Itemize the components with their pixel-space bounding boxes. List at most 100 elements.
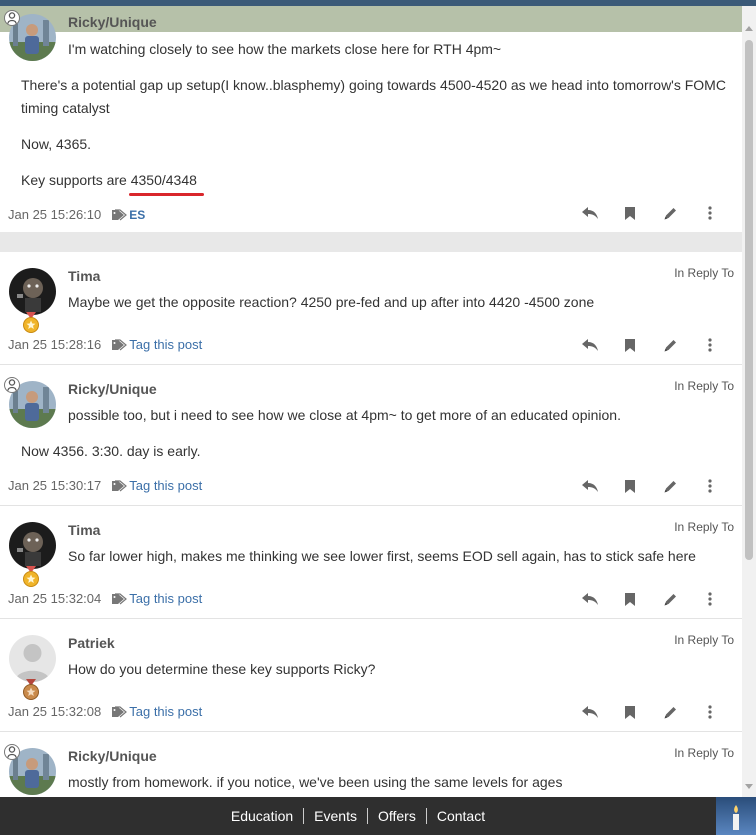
edit-button[interactable] [650,203,690,223]
post-meta: Jan 25 15:30:17 Tag this post [8,478,202,493]
person-icon [4,744,20,760]
post-text-line: How do you determine these key supports … [68,661,376,677]
post-meta: Jan 25 15:32:04 Tag this post [8,591,202,606]
post-text-paragraph: Now 4356. 3:30. day is early. [21,443,201,459]
scroll-down-icon[interactable] [745,784,753,789]
bookmark-icon [625,206,635,220]
tag-this-post-link[interactable]: Tag this post [129,478,202,493]
post-meta: Jan 25 15:26:10 ES [8,207,145,222]
reply-button[interactable] [570,335,610,355]
scrollbar-thumb[interactable] [745,40,753,560]
post-actions [570,203,730,223]
key-supports-label: Key supports are [21,172,131,188]
more-vertical-icon [708,479,712,493]
tag-icon [112,705,128,717]
more-options-button[interactable] [690,589,730,609]
more-vertical-icon [708,705,712,719]
post-item: Ricky/Unique I'm watching closely to see… [0,6,742,232]
post-author[interactable]: Tima [68,268,100,284]
more-options-button[interactable] [690,702,730,722]
post-timestamp: Jan 25 15:28:16 [8,337,102,352]
post-timestamp: Jan 25 15:26:10 [8,207,102,222]
bookmark-button[interactable] [610,702,650,722]
post-actions [570,589,730,609]
post-feed[interactable]: Ricky/Unique I'm watching closely to see… [0,6,742,797]
post-text-paragraph: There's a potential gap up setup(I know.… [21,77,726,93]
medal-icon [23,566,39,587]
reply-button[interactable] [570,476,610,496]
reply-icon [582,480,598,492]
tag-icon [112,592,128,604]
candle-button[interactable] [716,797,756,835]
post-text-line: mostly from homework. if you notice, we'… [68,774,563,790]
bookmark-button[interactable] [610,203,650,223]
scroll-up-icon[interactable] [745,26,753,31]
tag-icon [112,338,128,350]
reply-icon [582,339,598,351]
tag-this-post-link[interactable]: Tag this post [129,704,202,719]
post-actions [570,702,730,722]
post-author[interactable]: Ricky/Unique [68,381,157,397]
post-text-paragraph: timing catalyst [21,100,110,116]
post-author[interactable]: Tima [68,522,100,538]
bookmark-button[interactable] [610,476,650,496]
post-text-line: I'm watching closely to see how the mark… [68,41,502,57]
edit-button[interactable] [650,702,690,722]
post-tag[interactable]: ES [129,208,145,222]
footer-link-offers[interactable]: Offers [368,808,426,824]
reply-icon [582,593,598,605]
pencil-icon [664,207,676,219]
more-options-button[interactable] [690,476,730,496]
footer-link-education[interactable]: Education [221,808,303,824]
pencil-icon [664,480,676,492]
edit-button[interactable] [650,589,690,609]
avatar[interactable] [9,268,56,315]
in-reply-to-link[interactable]: In Reply To [674,266,734,280]
post-author[interactable]: Ricky/Unique [68,748,157,764]
key-supports-value: 4350/4348 [128,172,204,196]
in-reply-to-link[interactable]: In Reply To [674,633,734,647]
more-options-button[interactable] [690,203,730,223]
post-item: Patriek In Reply To How do you determine… [0,619,742,732]
post-text-line: Maybe we get the opposite reaction? 4250… [68,294,595,310]
post-timestamp: Jan 25 15:32:04 [8,591,102,606]
bookmark-button[interactable] [610,589,650,609]
bookmark-button[interactable] [610,335,650,355]
vertical-scrollbar[interactable] [742,6,756,797]
footer-link-contact[interactable]: Contact [427,808,495,824]
post-text-paragraph: Now, 4365. [21,136,92,152]
tag-this-post-link[interactable]: Tag this post [129,591,202,606]
post-actions [570,476,730,496]
reply-button[interactable] [570,702,610,722]
post-meta: Jan 25 15:32:08 Tag this post [8,704,202,719]
in-reply-to-link[interactable]: In Reply To [674,746,734,760]
more-vertical-icon [708,338,712,352]
tag-this-post-link[interactable]: Tag this post [129,337,202,352]
post-timestamp: Jan 25 15:30:17 [8,478,102,493]
reply-button[interactable] [570,203,610,223]
in-reply-to-link[interactable]: In Reply To [674,379,734,393]
post-actions [570,335,730,355]
post-timestamp: Jan 25 15:32:08 [8,704,102,719]
avatar[interactable] [9,522,56,569]
footer-link-events[interactable]: Events [304,808,367,824]
post-meta: Jan 25 15:28:16 Tag this post [8,337,202,352]
reply-icon [582,706,598,718]
edit-button[interactable] [650,335,690,355]
post-author[interactable]: Ricky/Unique [68,14,157,30]
person-icon [4,377,20,393]
bookmark-icon [625,338,635,352]
person-icon [4,10,20,26]
pencil-icon [664,593,676,605]
more-options-button[interactable] [690,335,730,355]
candle-icon [733,805,739,830]
edit-button[interactable] [650,476,690,496]
reply-button[interactable] [570,589,610,609]
in-reply-to-link[interactable]: In Reply To [674,520,734,534]
medal-icon [23,312,39,333]
tag-icon [112,479,128,491]
avatar[interactable] [9,635,56,682]
post-author[interactable]: Patriek [68,635,115,651]
pencil-icon [664,339,676,351]
post-item: Tima In Reply To So far lower high, make… [0,506,742,619]
